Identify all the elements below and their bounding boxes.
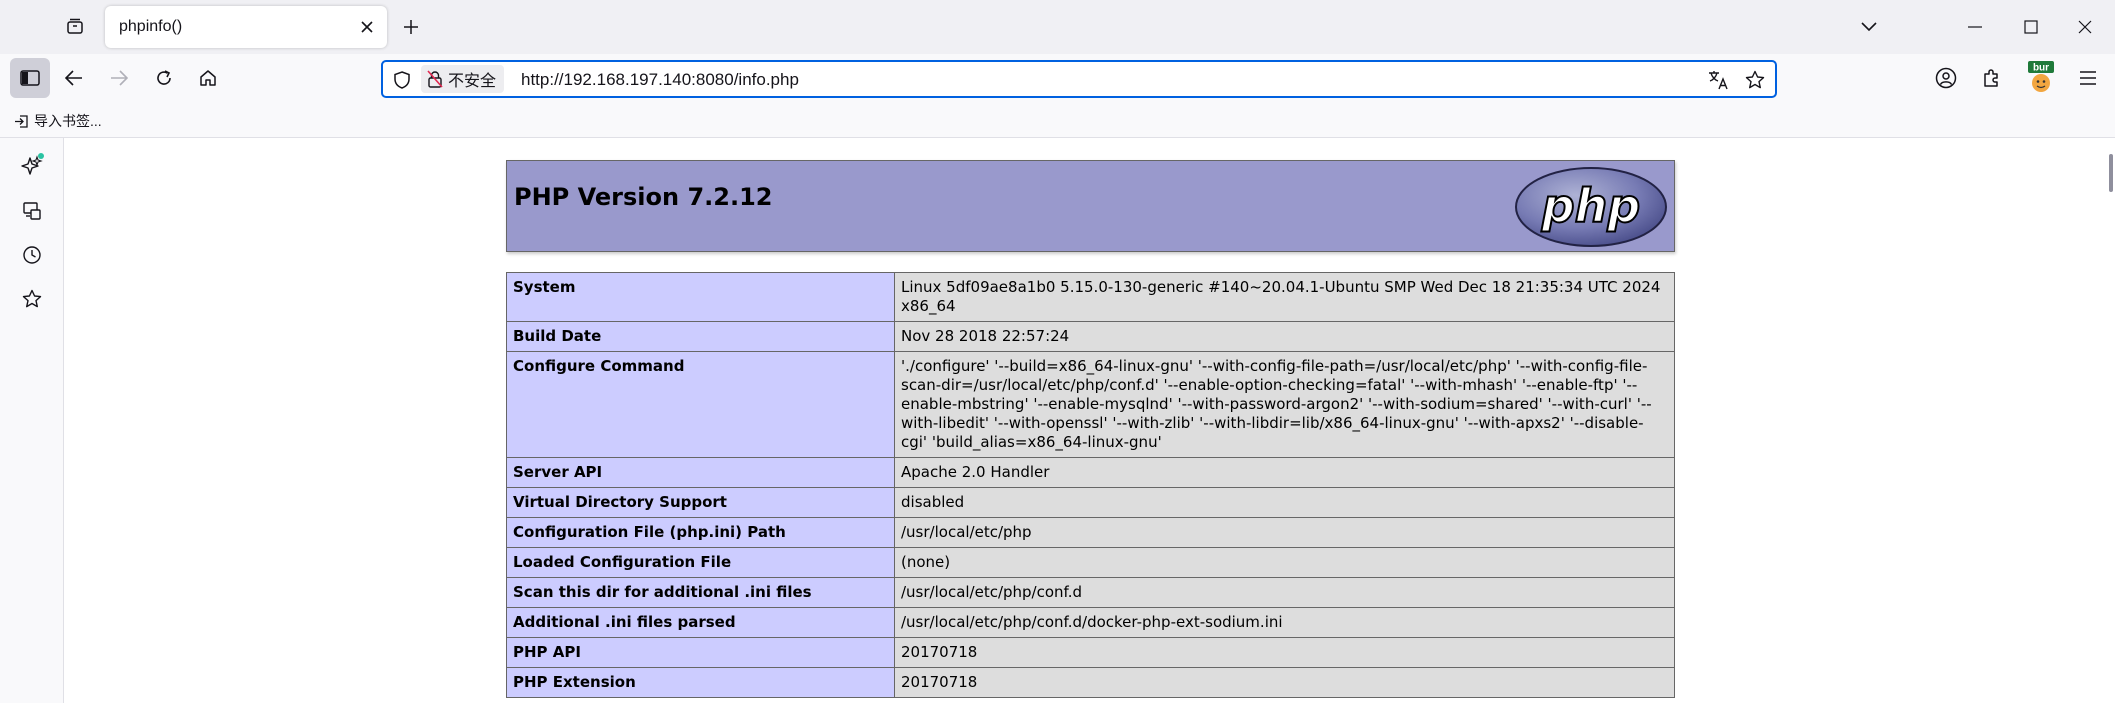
new-tab-plus-icon[interactable] [396, 12, 426, 42]
window-minimize-icon[interactable] [1958, 12, 1992, 42]
table-row: PHP Extension 20170718 [506, 667, 1675, 698]
info-value-cell: (none) [894, 547, 1675, 578]
back-arrow-icon[interactable] [58, 62, 90, 94]
synced-tabs-icon[interactable] [16, 195, 48, 227]
page-content[interactable]: PHP Version 7.2.12 php System Linux 5df09… [64, 138, 2115, 703]
table-row: Virtual Directory Support disabled [506, 487, 1675, 518]
url-input[interactable]: http://192.168.197.140:8080/info.php [521, 70, 799, 90]
navigation-toolbar: 不安全 http://192.168.197.140:8080/info.php… [0, 54, 2115, 104]
info-key-cell: Server API [506, 457, 895, 488]
info-key-cell: PHP API [506, 637, 895, 668]
info-key-cell: Scan this dir for additional .ini files [506, 577, 895, 608]
php-logo-icon[interactable]: php [1514, 166, 1668, 248]
info-value-cell: Apache 2.0 Handler [894, 457, 1675, 488]
tab-close-icon[interactable] [357, 17, 377, 37]
info-value-cell: /usr/local/etc/php [894, 517, 1675, 548]
info-key-cell: Additional .ini files parsed [506, 607, 895, 638]
window-close-icon[interactable] [2068, 12, 2102, 42]
translate-icon[interactable] [1707, 68, 1731, 92]
info-value-cell: Nov 28 2018 22:57:24 [894, 321, 1675, 352]
info-value-cell: /usr/local/etc/php/conf.d/docker-php-ext… [894, 607, 1675, 638]
php-version-title: PHP Version 7.2.12 [514, 183, 773, 211]
connection-insecure-badge[interactable]: 不安全 [421, 65, 505, 93]
burp-extension-icon[interactable]: bur [2026, 60, 2056, 94]
import-icon [15, 114, 28, 128]
burp-label: bur [2033, 63, 2049, 74]
import-bookmarks-label: 导入书签... [34, 113, 102, 129]
info-value-cell: 20170718 [894, 637, 1675, 668]
table-row: PHP API 20170718 [506, 637, 1675, 668]
php-version-header: PHP Version 7.2.12 php [506, 160, 1675, 252]
info-value-cell: './configure' '--build=x86_64-linux-gnu'… [894, 351, 1675, 458]
info-key-cell: Virtual Directory Support [506, 487, 895, 518]
table-row: System Linux 5df09ae8a1b0 5.15.0-130-gene… [506, 272, 1675, 322]
info-key-cell: System [506, 272, 895, 322]
info-value-cell: /usr/local/etc/php/conf.d [894, 577, 1675, 608]
history-clock-icon[interactable] [16, 239, 48, 271]
url-bar[interactable]: 不安全 http://192.168.197.140:8080/info.php [381, 60, 1777, 98]
sidebar [0, 138, 64, 703]
table-row: Additional .ini files parsed/usr/local/e… [506, 607, 1675, 638]
info-value-cell: Linux 5df09ae8a1b0 5.15.0-130-generic #1… [894, 272, 1675, 322]
insecure-label: 不安全 [448, 73, 497, 90]
tab-title: phpinfo() [119, 18, 183, 35]
table-row: Configuration File (php.ini) Path/usr/lo… [506, 517, 1675, 548]
table-row: Loaded Configuration File (none) [506, 547, 1675, 578]
table-row: Scan this dir for additional .ini files /… [506, 577, 1675, 608]
import-bookmarks-button[interactable]: 导入书签... [14, 111, 102, 131]
table-row: Configure Command './configure' '--build=… [506, 351, 1675, 458]
info-key-cell: PHP Extension [506, 667, 895, 698]
home-icon[interactable] [192, 62, 224, 94]
tab-groups-icon[interactable] [58, 11, 92, 43]
notification-dot [38, 153, 44, 159]
reload-icon[interactable] [148, 62, 180, 94]
info-key-cell: Configuration File (php.ini) Path [506, 517, 895, 548]
info-value-cell: disabled [894, 487, 1675, 518]
sidebar-toggle-icon[interactable] [10, 58, 50, 98]
insecure-lock-icon [427, 70, 443, 88]
account-icon[interactable] [1932, 64, 1960, 92]
hamburger-menu-icon[interactable] [2074, 64, 2102, 92]
table-row: Server API Apache 2.0 Handler [506, 457, 1675, 488]
tracking-protection-shield-icon[interactable] [391, 69, 413, 91]
php-info-table: System Linux 5df09ae8a1b0 5.15.0-130-gene… [506, 272, 1675, 698]
extensions-puzzle-icon[interactable] [1978, 64, 2006, 92]
bookmarks-star-icon[interactable] [16, 283, 48, 315]
chevron-down-icon[interactable] [1854, 12, 1884, 42]
info-key-cell: Configure Command [506, 351, 895, 458]
forward-arrow-icon[interactable] [103, 62, 135, 94]
tab-phpinfo[interactable]: phpinfo() [105, 6, 387, 48]
php-logo-text: php [1541, 179, 1641, 233]
bookmarks-toolbar: 导入书签... [0, 104, 2115, 138]
ai-chatbot-sparkle-icon[interactable] [16, 150, 48, 182]
info-key-cell: Loaded Configuration File [506, 547, 895, 578]
bookmark-star-icon[interactable] [1743, 68, 1767, 92]
table-row: Build Date Nov 28 2018 22:57:24 [506, 321, 1675, 352]
info-key-cell: Build Date [506, 321, 895, 352]
window-maximize-icon[interactable] [2014, 12, 2048, 42]
info-value-cell: 20170718 [894, 667, 1675, 698]
vertical-scrollbar[interactable] [2109, 154, 2113, 192]
tab-strip: phpinfo() [0, 0, 2115, 54]
